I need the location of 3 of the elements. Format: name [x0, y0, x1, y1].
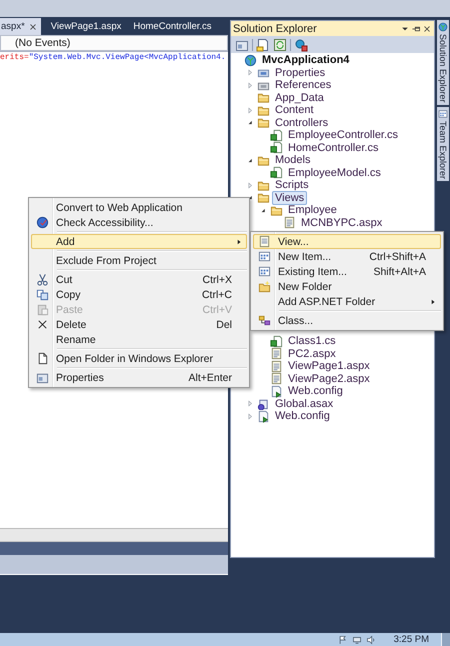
code-token: "System.Web.Mvc.ViewPage<MvcApplication4. — [28, 53, 226, 62]
code-token: erits= — [0, 53, 29, 62]
panel-title: Solution Explorer — [233, 22, 317, 34]
